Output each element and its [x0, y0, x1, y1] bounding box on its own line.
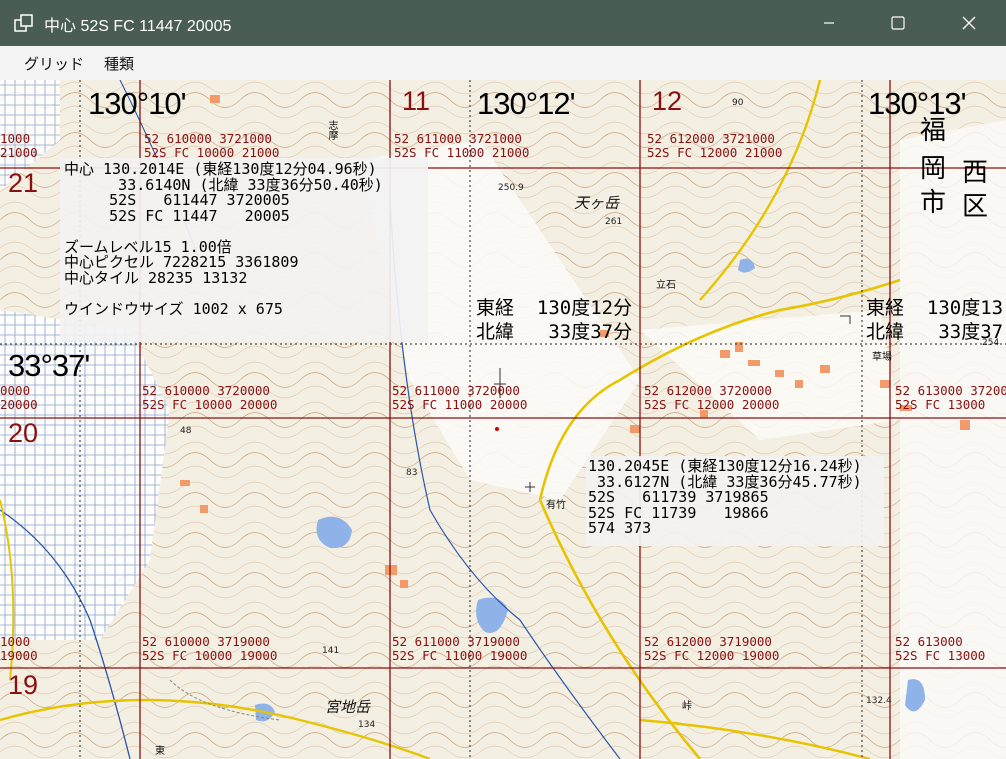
place-shi: 市: [920, 188, 947, 218]
utm-label: 52 611000 3719000 52S FC 11000 19000: [392, 634, 528, 663]
spot-height: 83: [406, 468, 418, 478]
utm-label: 0000 20000: [0, 383, 38, 412]
info-line: 52S FC 11447 20005: [64, 206, 290, 225]
window-title: 中心 52S FC 11447 20005: [44, 18, 232, 35]
place-higashi: 東: [155, 746, 165, 757]
utm-label: 52 612000 3719000 52S FC 12000 19000: [644, 634, 780, 663]
menu-kind[interactable]: 種類: [104, 53, 134, 74]
spot-height: 250.9: [498, 183, 524, 193]
info-panel: 中心 130.2014E (東経130度12分04.96秒) 33.6140N …: [60, 158, 428, 342]
minimize-button[interactable]: [806, 0, 852, 46]
longitude-label-130-13: 130°13': [868, 86, 967, 121]
utm-label: 52 613000 3720000 52S FC 13000: [895, 383, 1006, 412]
info-line: ウインドウサイズ 1002 x 675: [64, 299, 283, 318]
utm-label: 52 610000 3721000 52S FC 10000 21000: [144, 131, 280, 160]
map-view[interactable]: 130°10' 130°12' 130°13' 33°37' 11 12 21 …: [0, 80, 1006, 759]
place-tateishi: 立石: [656, 280, 676, 291]
cursor-info-line: 574 373: [588, 519, 652, 537]
longitude-label-130-10: 130°10': [88, 86, 187, 121]
place-fukuoka-2: 岡: [920, 154, 947, 184]
latitude-label-33-37: 33°37': [8, 348, 90, 383]
place-yugi: 有竹: [546, 500, 566, 511]
utm-label: 52 613000 52S FC 13000: [895, 634, 986, 663]
spot-height: 132.4: [866, 696, 892, 706]
spot-height: 90: [732, 98, 744, 108]
title-bar: 中心 52S FC 11447 20005: [0, 0, 1006, 46]
place-amagatake: 天ヶ岳: [574, 194, 620, 212]
close-icon: [962, 16, 976, 30]
utm-label: 1000 21000: [0, 131, 38, 160]
place-kusaba: 草場: [872, 352, 892, 363]
utm-label: 52 610000 3719000 52S FC 10000 19000: [142, 634, 278, 663]
grid-number-19: 19: [8, 670, 39, 700]
utm-label: 52 610000 3720000 52S FC 10000 20000: [142, 383, 278, 412]
longitude-label-130-12: 130°12': [477, 86, 576, 121]
grid-number-12: 12: [652, 86, 683, 116]
place-ku: 区: [962, 192, 989, 222]
right-coordinate-label: 東経 130度13 北緯 33度37: [866, 297, 1004, 343]
place-fukuoka-1: 福: [920, 116, 947, 146]
utm-label: 52 612000 3720000 52S FC 12000 20000: [644, 383, 780, 412]
minimize-icon: [824, 22, 834, 24]
utm-label: 52 611000 3720000 52S FC 11000 20000: [392, 383, 528, 412]
grid-number-20: 20: [8, 418, 39, 448]
utm-label: 52 611000 3721000 52S FC 11000 21000: [394, 131, 530, 160]
center-coordinate-label: 東経 130度12分 北緯 33度37分: [476, 297, 633, 343]
spot-height: 134: [358, 720, 376, 730]
place-mine: 峠: [682, 701, 692, 712]
spot-height: 48: [180, 426, 192, 436]
utm-label: 1000 19000: [0, 634, 38, 663]
maximize-icon: [891, 16, 905, 30]
close-button[interactable]: [946, 0, 992, 46]
place-nishi: 西: [962, 158, 989, 188]
spot-height: 261: [605, 217, 623, 227]
grid-number-21: 21: [8, 168, 39, 198]
spot-height: 141: [322, 646, 340, 656]
utm-label: 52 612000 3721000 52S FC 12000 21000: [647, 131, 783, 160]
menu-bar: グリッド 種類: [0, 46, 1006, 80]
grid-number-11: 11: [402, 86, 431, 116]
info-line: 中心タイル 28235 13132: [64, 268, 248, 287]
place-miyajidake: 宮地岳: [325, 698, 371, 716]
menu-grid[interactable]: グリッド: [24, 53, 84, 74]
maximize-button[interactable]: [875, 0, 921, 46]
app-icon: [14, 14, 33, 32]
cursor-info-panel: 130.2045E (東経130度12分16.24秒) 33.6127N (北緯…: [586, 456, 884, 546]
place-shima: 志摩: [326, 120, 337, 140]
